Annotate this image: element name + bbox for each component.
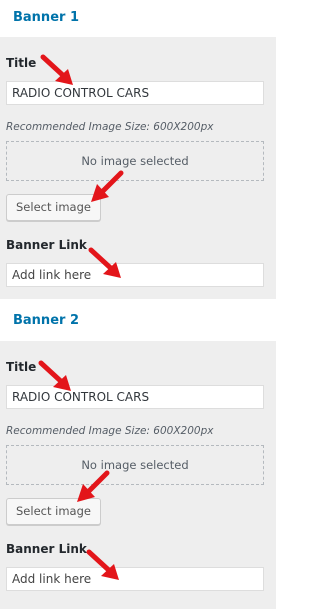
banner-1-heading: Banner 1	[13, 10, 79, 25]
red-arrow-icon	[38, 360, 71, 391]
banner-1-select-image-button[interactable]: Select image	[6, 194, 101, 221]
banner-1-link-input[interactable]: Add link here	[6, 263, 264, 287]
banner-2-title-label: Title	[6, 360, 37, 374]
red-arrow-icon	[86, 549, 119, 580]
banner-1-image-dropzone[interactable]: No image selected	[6, 141, 264, 181]
red-arrow-icon	[40, 54, 73, 85]
banner-2-link-input[interactable]: Add link here	[6, 567, 264, 591]
banner-2-image-hint: Recommended Image Size: 600X200px	[6, 425, 214, 437]
banner-2-image-dropzone[interactable]: No image selected	[6, 445, 264, 485]
red-arrow-icon	[77, 470, 110, 502]
banner-1-image-hint: Recommended Image Size: 600X200px	[6, 121, 214, 133]
banner-1-header[interactable]: Banner 1	[0, 0, 276, 36]
banner-2-heading: Banner 2	[13, 313, 79, 328]
banner-1-title-label: Title	[6, 56, 37, 70]
banner-2-header[interactable]: Banner 2	[0, 303, 276, 339]
red-arrow-icon	[91, 170, 124, 202]
red-arrow-icon	[88, 247, 121, 278]
banner-1-link-label: Banner Link	[6, 238, 87, 252]
banner-2-link-label: Banner Link	[6, 542, 87, 556]
